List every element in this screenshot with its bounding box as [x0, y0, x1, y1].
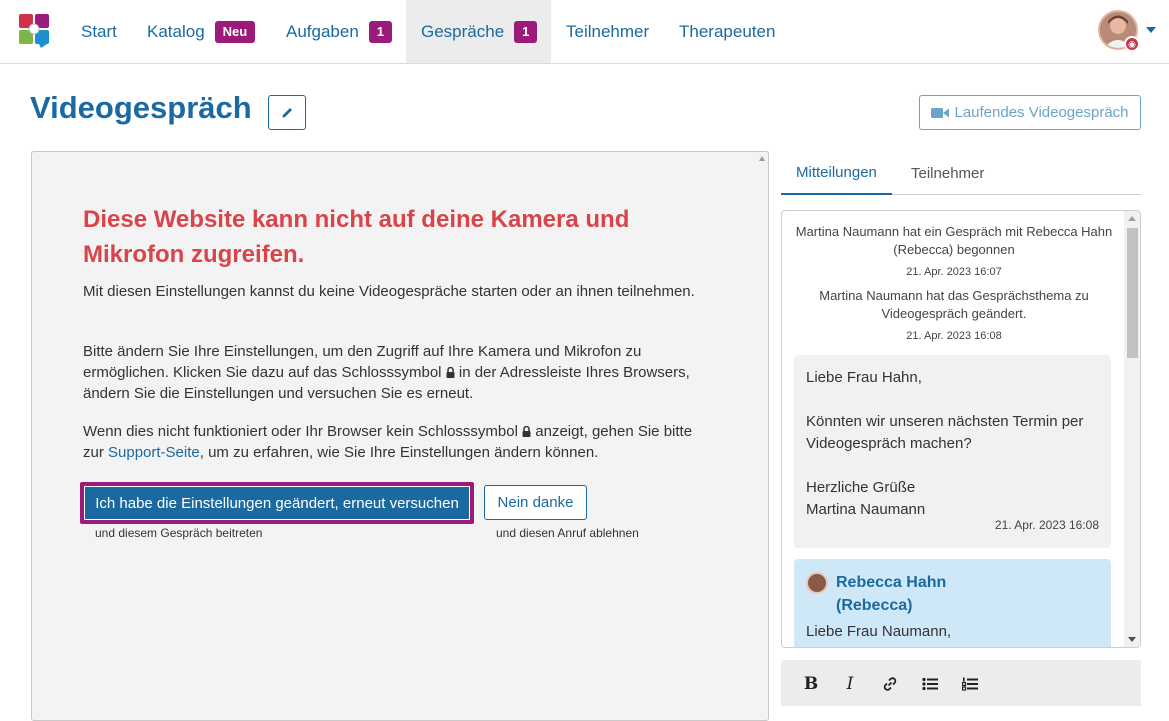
nav-start-label: Start — [81, 21, 117, 41]
p3-text-c: , um zu erfahren, wie Sie Ihre Einstellu… — [199, 444, 599, 461]
message-line: Liebe Frau Naumann, — [806, 623, 952, 640]
decline-hint: und diesen Anruf ablehnen — [496, 526, 639, 540]
video-panel: Diese Website kann nicht auf deine Kamer… — [31, 151, 769, 721]
bold-button[interactable]: B — [799, 672, 823, 696]
lock-icon — [522, 422, 531, 437]
message-line: Herzliche Grüße — [806, 479, 916, 496]
aufgaben-badge: 1 — [368, 20, 393, 43]
scroll-down-icon[interactable] — [1128, 637, 1136, 642]
avatar — [806, 572, 828, 594]
nav-teilnehmer[interactable]: Teilnehmer — [551, 0, 664, 63]
bullet-list-button[interactable] — [918, 672, 942, 696]
error-paragraph-2: Bitte ändern Sie Ihre Einstellungen, um … — [83, 341, 703, 404]
view-mode-icon: ◉ — [1124, 36, 1140, 52]
scroll-thumb[interactable] — [1127, 228, 1138, 358]
error-paragraph-3: Wenn dies nicht funktioniert oder Ihr Br… — [83, 421, 703, 463]
bullet-list-icon — [922, 677, 938, 691]
message-sender[interactable]: Rebecca Hahn (Rebecca) — [836, 571, 976, 617]
italic-button[interactable]: I — [838, 672, 862, 696]
system-message: Martina Naumann hat das Gesprächsthema z… — [819, 288, 1089, 321]
retry-hint: und diesem Gespräch beitreten — [95, 526, 263, 540]
page-title: Videogespräch — [30, 90, 252, 125]
app-logo-icon[interactable] — [19, 14, 49, 48]
message-time: 21. Apr. 2023 16:08 — [994, 518, 1099, 532]
side-tabs: Mitteilungen Teilnehmer — [781, 152, 1141, 195]
gespraeche-badge: 1 — [514, 20, 538, 43]
nav-therapeuten[interactable]: Therapeuten — [664, 0, 790, 63]
numbered-list-icon — [962, 677, 978, 691]
nav-katalog-label: Katalog — [147, 21, 205, 41]
chat-scrollbar[interactable] — [1124, 211, 1140, 647]
running-video-call-label: Laufendes Videogespräch — [954, 104, 1129, 121]
link-icon — [883, 677, 897, 691]
nav-aufgaben[interactable]: Aufgaben 1 — [271, 0, 407, 63]
lock-icon — [446, 363, 455, 378]
message-list[interactable]: Martina Naumann hat ein Gespräch mit Reb… — [781, 210, 1141, 648]
link-button[interactable] — [878, 672, 902, 696]
nav-katalog[interactable]: Katalog Neu — [132, 0, 270, 63]
scroll-up-icon[interactable] — [1128, 216, 1136, 221]
camera-error-title: Diese Website kann nicht auf deine Kamer… — [83, 206, 630, 268]
tab-teilnehmer[interactable]: Teilnehmer — [896, 152, 999, 194]
system-message: Martina Naumann hat ein Gespräch mit Reb… — [795, 224, 1113, 257]
nav-teilnehmer-label: Teilnehmer — [566, 21, 650, 41]
decline-button[interactable]: Nein danke — [484, 485, 587, 520]
nav-gespraeche-label: Gespräche — [421, 21, 505, 41]
message-bubble: Liebe Frau Hahn, Könnten wir unseren näc… — [794, 355, 1111, 548]
user-menu[interactable]: ◉ — [1098, 10, 1140, 52]
nav-start[interactable]: Start — [66, 0, 132, 63]
retry-button[interactable]: Ich habe die Einstellungen geändert, ern… — [84, 486, 470, 520]
katalog-badge: Neu — [214, 20, 256, 43]
pencil-icon — [282, 108, 292, 118]
chevron-down-icon[interactable] — [1146, 27, 1156, 33]
support-page-link[interactable]: Support-Seite — [108, 444, 200, 461]
panel-scroll-up-icon[interactable] — [759, 156, 765, 161]
numbered-list-button[interactable] — [958, 672, 982, 696]
retry-button-focus-ring: Ich habe die Einstellungen geändert, ern… — [80, 482, 474, 524]
message-line: Liebe Frau Hahn, — [806, 369, 922, 386]
nav-aufgaben-label: Aufgaben — [286, 21, 359, 41]
top-navigation: Start Katalog Neu Aufgaben 1 Gespräche 1… — [0, 0, 1169, 64]
video-camera-icon — [931, 107, 950, 118]
message-line: Könnten wir unseren nächsten Termin per … — [806, 413, 1084, 452]
nav-therapeuten-label: Therapeuten — [679, 21, 776, 41]
running-video-call-button[interactable]: Laufendes Videogespräch — [919, 95, 1141, 130]
system-message-time: 21. Apr. 2023 16:07 — [906, 266, 1002, 278]
system-message-time: 21. Apr. 2023 16:08 — [906, 330, 1002, 342]
tab-mitteilungen[interactable]: Mitteilungen — [781, 152, 892, 195]
editor-toolbar: B I — [781, 660, 1141, 706]
message-bubble-incoming: Rebecca Hahn (Rebecca) Liebe Frau Nauman… — [794, 559, 1111, 647]
error-paragraph-1: Mit diesen Einstellungen kannst du keine… — [83, 283, 695, 300]
nav-gespraeche[interactable]: Gespräche 1 — [406, 0, 551, 63]
p3-text-a: Wenn dies nicht funktioniert oder Ihr Br… — [83, 423, 518, 440]
edit-title-button[interactable] — [268, 95, 306, 130]
